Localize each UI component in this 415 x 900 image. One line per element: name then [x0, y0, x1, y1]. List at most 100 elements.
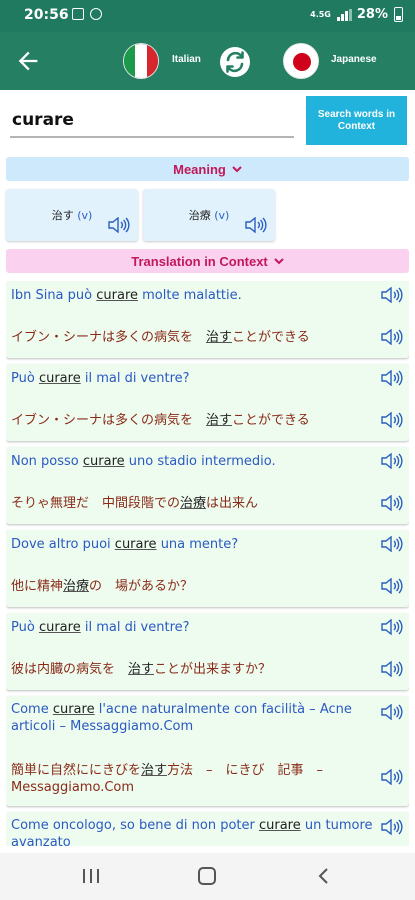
- sentence-text: Può: [11, 371, 39, 386]
- highlighted-word: 治す: [206, 413, 233, 428]
- sentence-text: Come: [11, 702, 53, 717]
- speaker-icon[interactable]: [381, 411, 405, 432]
- sync-notification-icon: [90, 8, 102, 20]
- sentence-text: は出来ん: [206, 496, 259, 511]
- italian-sentence: Non posso curare uno stadio intermedio.: [11, 453, 375, 470]
- sentence-text: 彼は内臓の病気を: [11, 662, 129, 677]
- speaker-icon[interactable]: [381, 618, 405, 639]
- meaning-word: 治す: [51, 209, 74, 222]
- highlighted-word: curare: [52, 702, 95, 717]
- speaker-icon[interactable]: [381, 452, 405, 473]
- network-type: 4.5G: [310, 9, 331, 19]
- nav-back-icon[interactable]: [316, 867, 332, 885]
- chevron-down-icon: [274, 258, 284, 265]
- part-of-speech: (v): [214, 209, 230, 222]
- highlighted-word: 治療: [63, 579, 90, 594]
- translation-in-context-header[interactable]: Translation in Context: [6, 249, 409, 273]
- battery-level: 28%: [356, 7, 388, 22]
- speaker-icon[interactable]: [381, 703, 405, 724]
- sentence-text: イブン・シーナは多くの病気を: [11, 330, 207, 345]
- sentence-text: Può: [11, 620, 39, 635]
- context-card[interactable]: Come curare l'acne naturalmente con faci…: [6, 696, 409, 806]
- speaker-icon[interactable]: [381, 577, 405, 598]
- back-arrow-icon[interactable]: [14, 47, 42, 75]
- sentence-text: ことができる: [232, 330, 310, 345]
- highlighted-word: curare: [96, 288, 139, 303]
- signal-icon: [336, 8, 352, 21]
- search-input[interactable]: [10, 104, 294, 138]
- speaker-icon[interactable]: [381, 535, 405, 556]
- sentence-text: molte malattie.: [138, 288, 242, 303]
- italian-sentence: Può curare il mal di ventre?: [11, 370, 375, 387]
- italian-sentence: Ibn Sina può curare molte malattie.: [11, 287, 375, 304]
- sentence-text: イブン・シーナは多くの病気を: [11, 413, 207, 428]
- italian-flag-icon[interactable]: [123, 43, 159, 79]
- sentence-text: una mente?: [156, 537, 239, 552]
- recent-apps-icon[interactable]: [82, 868, 100, 884]
- context-card[interactable]: Non posso curare uno stadio intermedio. そ…: [6, 447, 409, 524]
- context-header-label: Translation in Context: [131, 253, 268, 269]
- speaker-icon[interactable]: [381, 369, 405, 390]
- speaker-icon[interactable]: [108, 217, 130, 233]
- speaker-icon[interactable]: [381, 494, 405, 515]
- sentence-text: Come oncologo, so bene di non poter: [11, 818, 259, 833]
- italian-sentence: Come oncologo, so bene di non poter cura…: [11, 817, 375, 846]
- japanese-sentence: イブン・シーナは多くの病気を 治すことができる: [11, 412, 375, 429]
- highlighted-word: 治す: [128, 662, 155, 677]
- sentence-text: il mal di ventre?: [80, 371, 190, 386]
- sentence-text: Non posso: [11, 454, 83, 469]
- meaning-header-label: Meaning: [173, 161, 226, 177]
- search-in-context-button[interactable]: Search words in Context: [306, 96, 407, 145]
- italian-sentence: Può curare il mal di ventre?: [11, 619, 375, 636]
- speaker-icon[interactable]: [381, 818, 405, 839]
- highlighted-word: 治療: [180, 496, 207, 511]
- target-language-label[interactable]: Japanese: [331, 54, 377, 65]
- sentence-text: そりゃ無理だ 中間段階での: [11, 496, 181, 511]
- speaker-icon[interactable]: [381, 328, 405, 349]
- japanese-sentence: 彼は内臓の病気を 治すことが出来ますか？: [11, 661, 375, 678]
- highlighted-word: 治す: [206, 330, 233, 345]
- japanese-sentence: 簡単に自然ににきびを治す方法 – にきび 記事 – Messaggiamo.Co…: [11, 762, 375, 796]
- home-icon[interactable]: [198, 867, 216, 885]
- swap-languages-icon[interactable]: [219, 46, 251, 78]
- sentence-text: ことが出来ますか？: [154, 662, 272, 677]
- status-time: 20:56: [24, 7, 69, 23]
- context-card[interactable]: Può curare il mal di ventre? イブン・シーナは多くの病…: [6, 364, 409, 441]
- meaning-card[interactable]: 治療 (v): [143, 189, 275, 241]
- speaker-icon[interactable]: [381, 768, 405, 789]
- highlighted-word: curare: [38, 371, 81, 386]
- sentence-text: Ibn Sina può: [11, 288, 97, 303]
- context-list[interactable]: Ibn Sina può curare molte malattie. イブン・シ…: [6, 281, 409, 846]
- highlighted-word: curare: [114, 537, 157, 552]
- context-card[interactable]: Può curare il mal di ventre? 彼は内臓の病気を 治すこ…: [6, 613, 409, 690]
- japanese-sentence: 他に精神治療の 場があるか？: [11, 578, 375, 595]
- battery-icon: [394, 7, 403, 22]
- sentence-text: Dove altro puoi: [11, 537, 115, 552]
- system-nav-bar: [0, 853, 415, 900]
- highlighted-word: curare: [258, 818, 301, 833]
- context-card[interactable]: Dove altro puoi curare una mente? 他に精神治療の…: [6, 530, 409, 607]
- japanese-sentence: イブン・シーナは多くの病気を 治すことができる: [11, 329, 375, 346]
- part-of-speech: (v): [77, 209, 93, 222]
- speaker-icon[interactable]: [381, 660, 405, 681]
- sentence-text: 簡単に自然ににきびを: [11, 763, 142, 778]
- italian-sentence: Dove altro puoi curare una mente?: [11, 536, 375, 553]
- meaning-word: 治療: [188, 209, 211, 222]
- meaning-section-header[interactable]: Meaning: [6, 157, 409, 181]
- speaker-icon[interactable]: [381, 286, 405, 307]
- source-language-label[interactable]: Italian: [172, 54, 201, 65]
- sentence-text: 他に精神: [11, 579, 64, 594]
- sentence-text: il mal di ventre?: [80, 620, 190, 635]
- sentence-text: uno stadio intermedio.: [124, 454, 276, 469]
- chevron-down-icon: [232, 166, 242, 173]
- meaning-card[interactable]: 治す (v): [6, 189, 138, 241]
- image-notification-icon: [72, 8, 84, 20]
- sentence-text: ことができる: [232, 413, 310, 428]
- status-bar: 20:56 4.5G 28%: [0, 0, 415, 32]
- context-card[interactable]: Ibn Sina può curare molte malattie. イブン・シ…: [6, 281, 409, 358]
- context-card[interactable]: Come oncologo, so bene di non poter cura…: [6, 812, 409, 846]
- japanese-flag-icon[interactable]: [283, 43, 319, 79]
- sentence-text: の 場があるか？: [89, 579, 194, 594]
- highlighted-word: curare: [82, 454, 125, 469]
- speaker-icon[interactable]: [245, 217, 267, 233]
